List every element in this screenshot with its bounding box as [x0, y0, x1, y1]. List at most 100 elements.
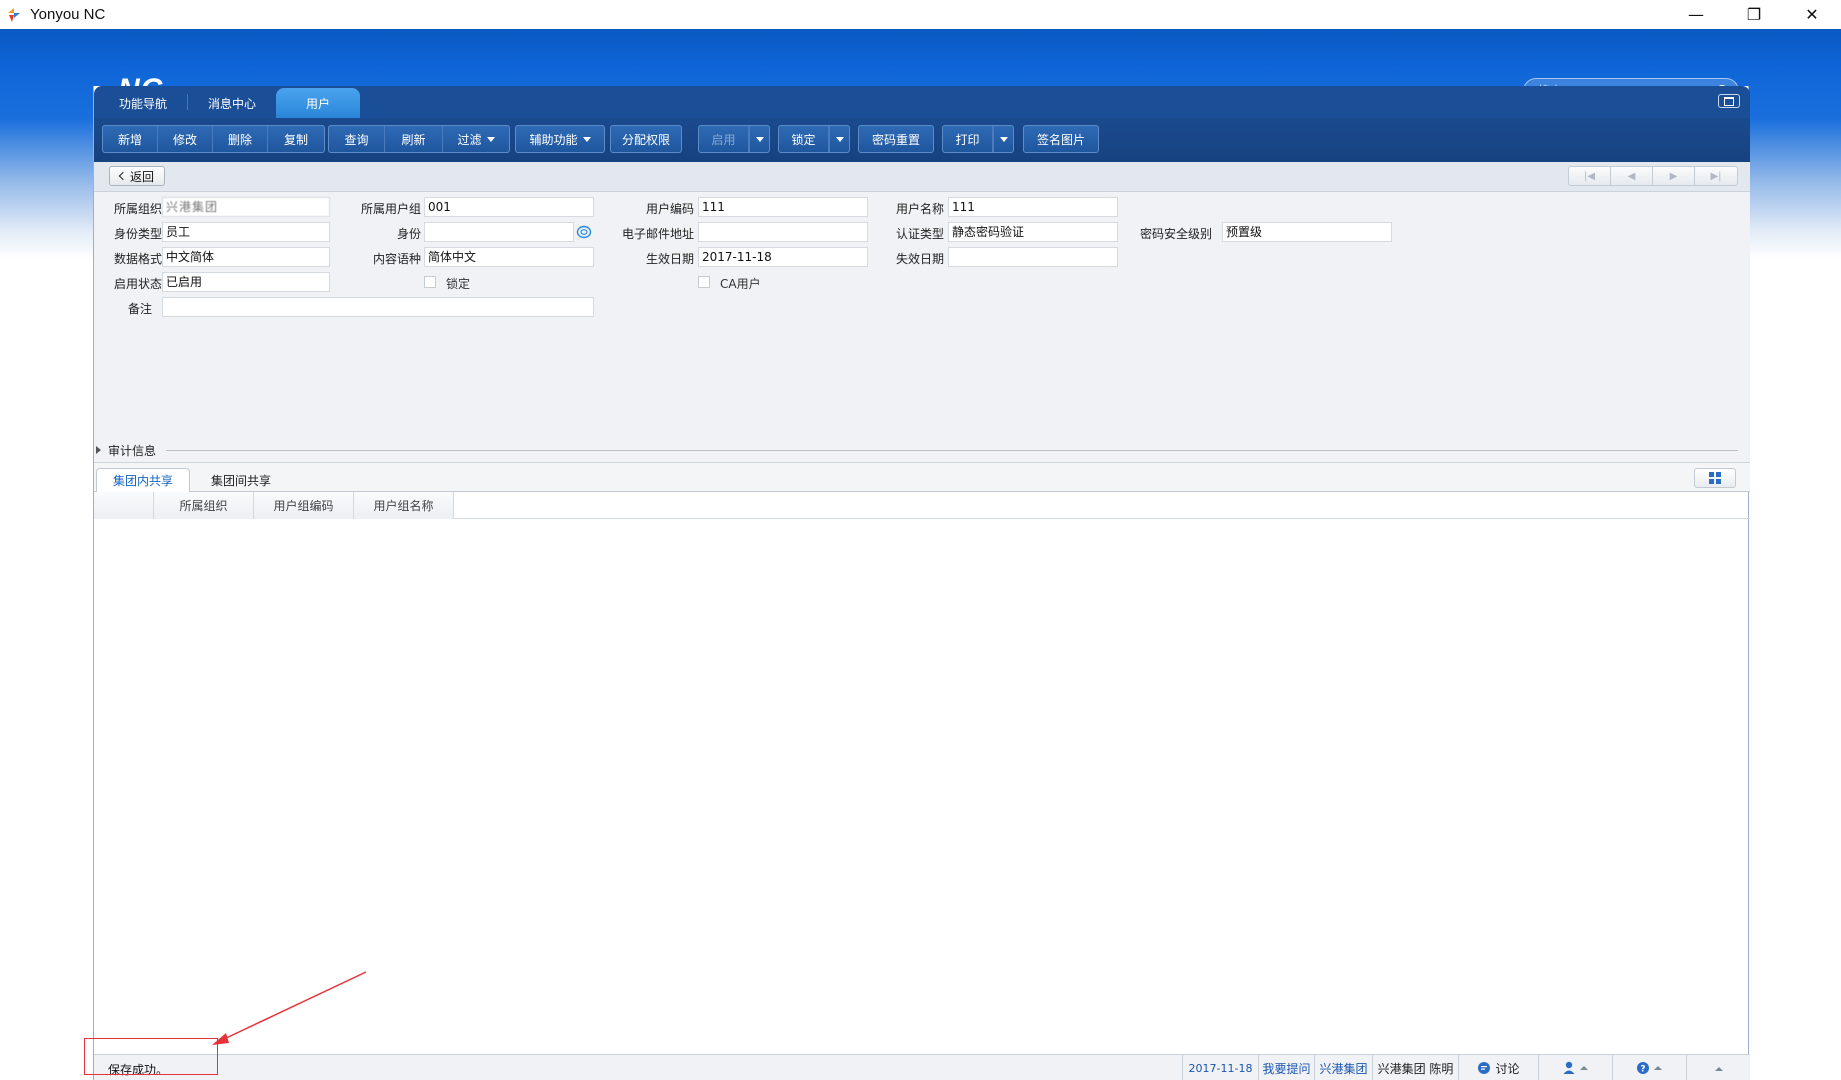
auth-type-field[interactable]: 静态密码验证 — [948, 222, 1118, 242]
toolbar-group-enable: 启用 — [698, 125, 770, 153]
expand-statusbar-button[interactable] — [1686, 1055, 1750, 1080]
toolbar-group-edit: 新增 修改 删除 复制 — [102, 125, 325, 153]
assign-permission-button[interactable]: 分配权限 — [611, 126, 681, 152]
back-button[interactable]: 返回 — [109, 166, 165, 186]
restore-button[interactable]: ❐ — [1725, 0, 1783, 29]
aux-function-button[interactable]: 辅助功能 — [516, 126, 604, 152]
help-icon: ? — [1636, 1062, 1662, 1075]
toolbar-group-signature: 签名图片 — [1023, 125, 1099, 153]
chevron-down-icon — [486, 136, 495, 142]
data-format-label: 数据格式 — [113, 252, 162, 266]
locked-checkbox[interactable] — [424, 276, 436, 288]
add-button[interactable]: 新增 — [103, 126, 158, 152]
user-name-field[interactable]: 111 — [948, 197, 1118, 217]
user-group-field[interactable]: 001 — [424, 197, 594, 217]
column-header-group-name[interactable]: 用户组名称 — [354, 492, 454, 519]
user-name-label: 用户名称 — [895, 202, 944, 216]
user-code-label: 用户编码 — [645, 202, 694, 216]
identity-type-label: 身份类型 — [113, 227, 162, 241]
minimize-button[interactable]: — — [1667, 0, 1725, 29]
ca-user-checkbox[interactable] — [698, 276, 710, 288]
help-button[interactable]: ? — [1612, 1055, 1686, 1080]
tab-user[interactable]: 用户 — [276, 88, 360, 118]
tab-bar: 功能导航 消息中心 用户 — [94, 86, 1750, 118]
tab-message-center[interactable]: 消息中心 — [190, 88, 274, 118]
tab-intra-group-share[interactable]: 集团内共享 — [96, 468, 190, 493]
enable-status-field[interactable]: 已启用 — [162, 272, 330, 292]
effective-date-field[interactable]: 2017-11-18 — [698, 247, 868, 267]
query-button[interactable]: 查询 — [329, 126, 385, 152]
email-label: 电子邮件地址 — [621, 227, 694, 241]
remark-label: 备注 — [127, 302, 152, 316]
chevron-down-icon — [835, 136, 844, 142]
window-title: Yonyou NC — [30, 6, 106, 23]
enable-button[interactable]: 启用 — [699, 126, 749, 152]
remark-field[interactable] — [162, 297, 594, 317]
toolbar-group-aux: 辅助功能 — [515, 125, 605, 153]
org-field[interactable]: 兴港集团 — [162, 197, 330, 217]
column-header-org[interactable]: 所属组织 — [154, 492, 254, 519]
filter-button[interactable]: 过滤 — [443, 126, 509, 152]
annotation-highlight-box — [84, 1038, 218, 1075]
user-code-field[interactable]: 111 — [698, 197, 868, 217]
discuss-label: 讨论 — [1495, 1061, 1520, 1076]
next-record-icon[interactable]: ▶ — [1653, 167, 1695, 185]
lock-dropdown[interactable] — [829, 126, 849, 152]
identity-label: 身份 — [396, 227, 421, 241]
lock-button[interactable]: 锁定 — [779, 126, 829, 152]
filter-label: 过滤 — [457, 132, 482, 147]
ask-question-link[interactable]: 我要提问 — [1258, 1055, 1314, 1080]
chevron-down-icon — [755, 136, 764, 142]
prev-record-icon[interactable]: ◀ — [1611, 167, 1653, 185]
content-lang-label: 内容语种 — [372, 252, 421, 266]
print-button[interactable]: 打印 — [943, 126, 993, 152]
lookup-icon[interactable] — [576, 225, 592, 239]
copy-button[interactable]: 复制 — [268, 126, 324, 152]
row-number-header — [94, 492, 154, 519]
signature-image-button[interactable]: 签名图片 — [1024, 126, 1098, 152]
content-lang-field[interactable]: 简体中文 — [424, 247, 594, 267]
chevron-down-icon — [582, 136, 591, 142]
user-icon — [1563, 1061, 1588, 1074]
ca-user-checkbox-label: CA用户 — [720, 277, 761, 291]
audit-section[interactable]: 审计信息 — [94, 442, 1750, 458]
data-format-field[interactable]: 中文简体 — [162, 247, 330, 267]
reset-password-button[interactable]: 密码重置 — [859, 126, 933, 152]
window-titlebar: Yonyou NC — ❐ ✕ — [0, 0, 1841, 29]
modify-button[interactable]: 修改 — [158, 126, 213, 152]
maximize-panel-button[interactable] — [1718, 94, 1740, 108]
chevron-down-icon — [999, 136, 1008, 142]
identity-type-field[interactable]: 员工 — [162, 222, 330, 242]
svg-text:?: ? — [1640, 1065, 1645, 1075]
email-field[interactable] — [698, 222, 868, 242]
refresh-button[interactable]: 刷新 — [385, 126, 443, 152]
chevron-up-icon — [1714, 1067, 1723, 1071]
first-record-icon[interactable]: |◀ — [1569, 167, 1611, 185]
discuss-button[interactable]: 讨论 — [1458, 1055, 1538, 1080]
expand-triangle-icon — [96, 446, 101, 454]
share-tabs: 集团内共享 集团间共享 — [94, 462, 1750, 493]
user-group-label: 所属用户组 — [360, 202, 421, 216]
enable-status-label: 启用状态 — [113, 277, 162, 291]
print-dropdown[interactable] — [993, 126, 1013, 152]
enable-dropdown[interactable] — [749, 126, 769, 152]
delete-button[interactable]: 删除 — [213, 126, 268, 152]
aux-function-label: 辅助功能 — [529, 132, 578, 147]
expire-date-field[interactable] — [948, 247, 1118, 267]
identity-field[interactable] — [424, 222, 574, 242]
tab-inter-group-share[interactable]: 集团间共享 — [194, 468, 288, 493]
pwd-level-field[interactable]: 预置级 — [1222, 222, 1392, 242]
close-button[interactable]: ✕ — [1783, 0, 1841, 29]
column-header-group-code[interactable]: 用户组编码 — [254, 492, 354, 519]
tab-function-nav[interactable]: 功能导航 — [102, 88, 184, 118]
toolbar: 新增 修改 删除 复制 查询 刷新 过滤 辅助功能 分配权限 启用 锁定 密码重… — [94, 118, 1750, 162]
yonyou-app-icon — [6, 7, 22, 23]
auth-type-label: 认证类型 — [895, 227, 944, 241]
grid-settings-button[interactable] — [1694, 468, 1736, 488]
effective-date-label: 生效日期 — [645, 252, 694, 266]
last-record-icon[interactable]: ▶| — [1695, 167, 1737, 185]
toolbar-group-lock: 锁定 — [778, 125, 850, 153]
group-link[interactable]: 兴港集团 — [1314, 1055, 1372, 1080]
toolbar-group-print: 打印 — [942, 125, 1014, 153]
user-menu-button[interactable] — [1538, 1055, 1612, 1080]
